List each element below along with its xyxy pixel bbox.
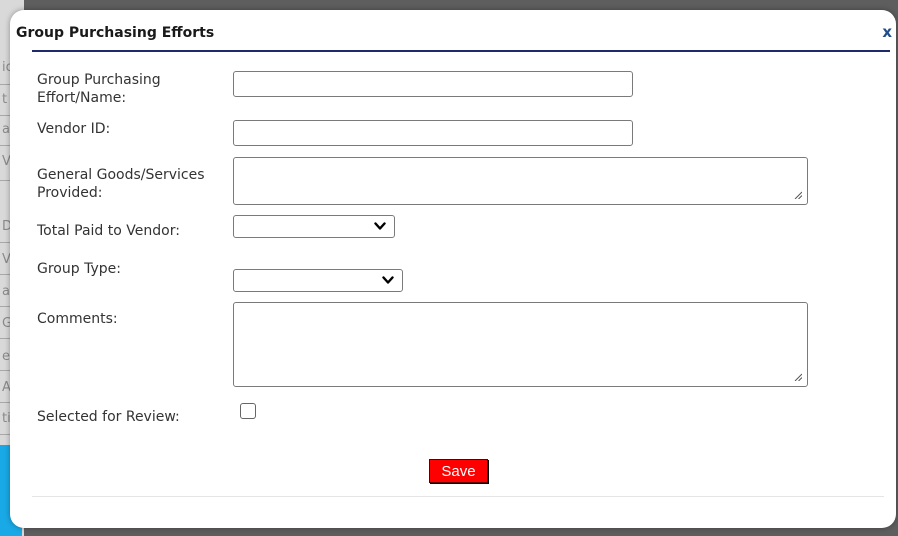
vendor-id-input[interactable]: [233, 120, 633, 146]
title-rule: [32, 20, 890, 52]
selected-for-review-label: Selected for Review:: [37, 409, 180, 425]
group-name-input[interactable]: [233, 71, 633, 97]
goods-services-label-line2: Provided:: [37, 185, 103, 201]
save-button[interactable]: Save: [429, 459, 488, 483]
group-name-label-line2: Effort/Name:: [37, 90, 127, 106]
total-paid-select[interactable]: [233, 215, 395, 238]
comments-label: Comments:: [37, 311, 118, 327]
total-paid-label: Total Paid to Vendor:: [37, 223, 180, 239]
vendor-id-label: Vendor ID:: [37, 121, 111, 137]
group-name-label-line1: Group Purchasing: [37, 72, 161, 88]
goods-services-label: General Goods/Services Provided:: [37, 166, 205, 202]
chevron-down-icon: [374, 222, 386, 230]
group-type-select[interactable]: [233, 269, 403, 292]
selected-for-review-checkbox[interactable]: [240, 403, 256, 419]
group-name-label: Group Purchasing Effort/Name:: [37, 71, 161, 107]
background-text: e: [2, 349, 10, 364]
chevron-down-icon: [382, 276, 394, 284]
comments-textarea[interactable]: [233, 302, 808, 387]
group-type-label: Group Type:: [37, 261, 121, 277]
background-text: t: [2, 92, 8, 107]
goods-services-label-line1: General Goods/Services: [37, 167, 205, 183]
background-text: a: [2, 122, 10, 137]
goods-services-textarea[interactable]: [233, 157, 808, 205]
footer-divider: [32, 496, 884, 497]
group-purchasing-dialog: Group Purchasing Efforts x Group Purchas…: [10, 10, 896, 528]
